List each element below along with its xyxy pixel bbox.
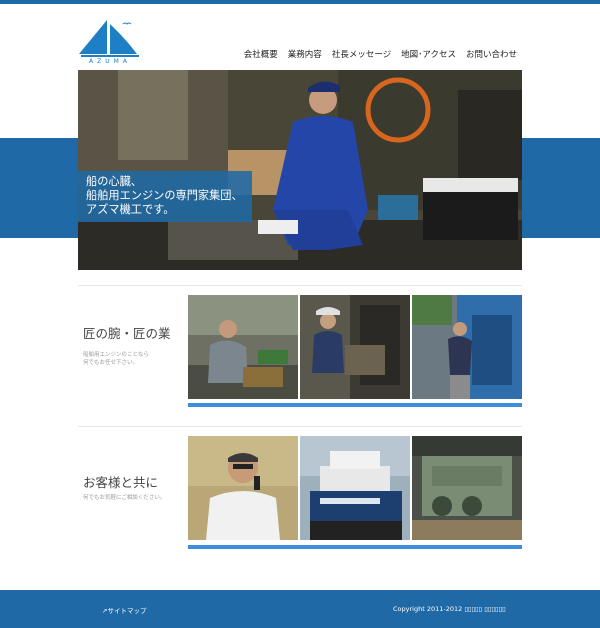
main-nav: 会社概要 業務内容 社長メッセージ 地図･アクセス お問い合わせ [244, 48, 517, 60]
customer-photo-2 [300, 436, 410, 540]
nav-president-message[interactable]: 社長メッセージ [332, 48, 391, 60]
section1-desc-line: 船舶用エンジンのことなら [83, 352, 149, 358]
customer-photo-3 [412, 436, 522, 540]
company-logo[interactable]: AZUMA [77, 18, 143, 66]
copyright-text: Copyright 2011-2012 ▯▯▯▯▯ ▯▯▯▯▯▯ [393, 605, 506, 613]
footer: ↗サイトマップ Copyright 2011-2012 ▯▯▯▯▯ ▯▯▯▯▯▯ [0, 590, 600, 628]
hero-line-3: アズマ機工です。 [86, 203, 175, 216]
workshop-photo-3 [412, 295, 522, 399]
section2-accent-strip [188, 545, 522, 549]
section1-photo-row [188, 295, 522, 399]
workshop-photo-1 [188, 295, 298, 399]
section-divider [78, 426, 522, 427]
section2-title: お客様と共に [83, 475, 159, 490]
workshop-photo-2 [300, 295, 410, 399]
section1-description: 船舶用エンジンのことなら 何でもお任せ下さい。 [83, 351, 149, 367]
section2-description: 何でもお気軽にご相談ください。 [83, 494, 165, 502]
sitemap-label: サイトマップ [107, 607, 147, 615]
section1-desc-line: 何でもお任せ下さい。 [83, 360, 139, 366]
logo-wordmark: AZUMA [89, 58, 131, 65]
section2-desc-line: 何でもお気軽にご相談ください。 [83, 495, 166, 501]
top-accent-bar [0, 0, 600, 4]
hero-photo [78, 70, 522, 270]
section-divider [78, 285, 522, 286]
customer-photo-1 [188, 436, 298, 540]
sitemap-link[interactable]: ↗サイトマップ [102, 605, 146, 615]
hero-line-1: 船の心臓、 [86, 175, 142, 188]
section2-photo-row [188, 436, 522, 540]
nav-map-access[interactable]: 地図･アクセス [401, 48, 456, 60]
hero-line-2: 船舶用エンジンの専門家集団、 [86, 189, 243, 202]
nav-company[interactable]: 会社概要 [244, 48, 278, 60]
nav-services[interactable]: 業務内容 [288, 48, 322, 60]
hero-caption: 船の心臓、 船舶用エンジンの専門家集団、 アズマ機工です。 [78, 171, 252, 222]
sail-logo-icon [79, 20, 139, 57]
section1-title: 匠の腕・匠の業 [83, 326, 171, 341]
nav-contact[interactable]: お問い合わせ [466, 48, 517, 60]
section1-accent-strip [188, 403, 522, 407]
hero-image: 船の心臓、 船舶用エンジンの専門家集団、 アズマ機工です。 [78, 70, 522, 270]
